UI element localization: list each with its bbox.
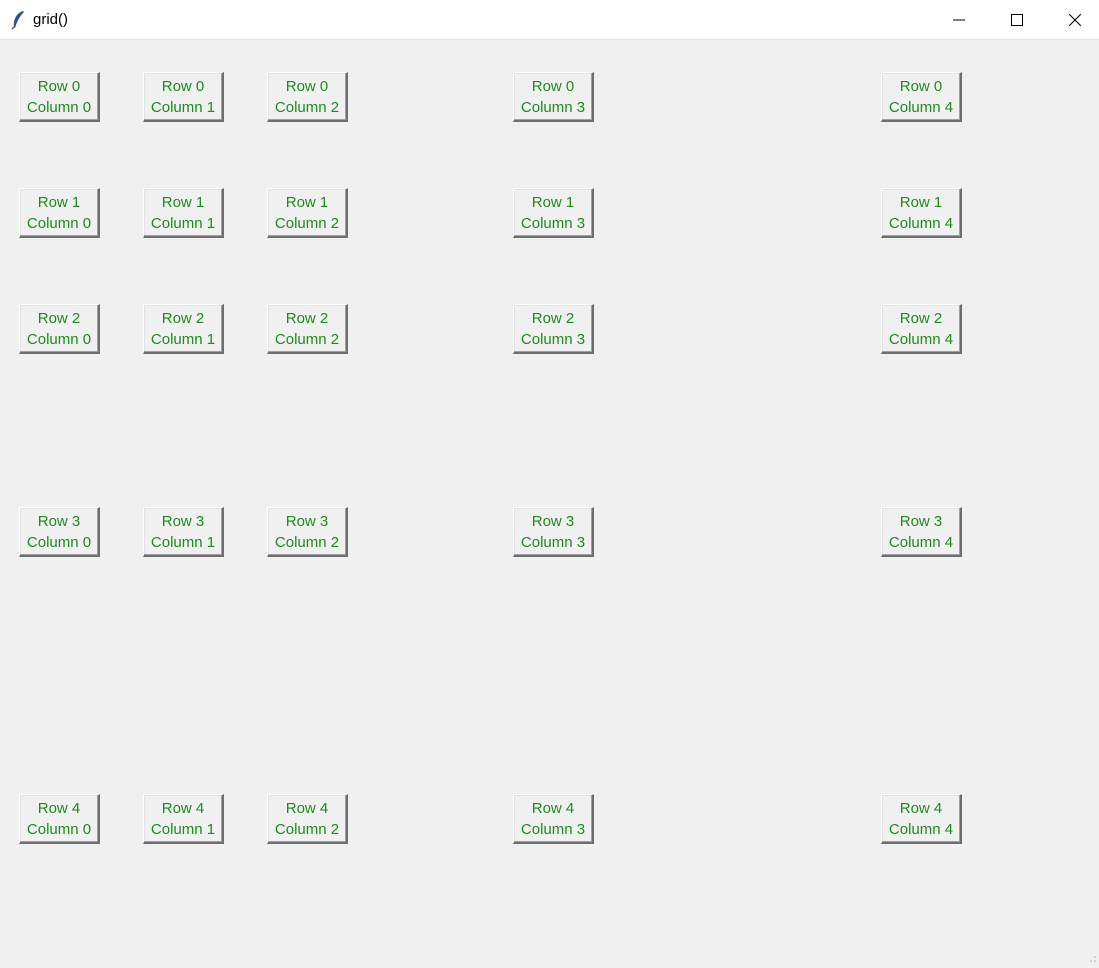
button-column-label: Column 4: [888, 214, 954, 232]
button-column-label: Column 2: [274, 214, 340, 232]
grid-button-r0-c3[interactable]: Row 0 Column 3: [513, 72, 594, 122]
grid-button-r0-c4[interactable]: Row 0 Column 4: [881, 72, 962, 122]
button-row-label: Row 1: [285, 193, 329, 211]
button-column-label: Column 3: [520, 214, 586, 232]
grid-button-r0-c0[interactable]: Row 0 Column 0: [19, 72, 100, 122]
button-row-label: Row 3: [285, 512, 329, 530]
button-row-label: Row 4: [899, 799, 943, 817]
close-button[interactable]: [1046, 0, 1099, 40]
button-row-label: Row 2: [531, 309, 575, 327]
resize-grip-icon[interactable]: [1087, 950, 1097, 962]
button-column-label: Column 2: [274, 533, 340, 551]
button-row-label: Row 3: [161, 512, 205, 530]
title-bar[interactable]: grid(): [0, 0, 1099, 40]
grid-button-r4-c4[interactable]: Row 4 Column 4: [881, 794, 962, 844]
button-column-label: Column 1: [150, 214, 216, 232]
grid-button-r2-c3[interactable]: Row 2 Column 3: [513, 304, 594, 354]
button-column-label: Column 2: [274, 98, 340, 116]
maximize-button[interactable]: [988, 0, 1046, 40]
button-column-label: Column 3: [520, 98, 586, 116]
button-row-label: Row 3: [531, 512, 575, 530]
button-row-label: Row 4: [531, 799, 575, 817]
grid-button-r1-c0[interactable]: Row 1 Column 0: [19, 188, 100, 238]
button-column-label: Column 3: [520, 533, 586, 551]
grid-button-r4-c2[interactable]: Row 4 Column 2: [267, 794, 348, 844]
button-column-label: Column 1: [150, 820, 216, 838]
grid-button-r4-c3[interactable]: Row 4 Column 3: [513, 794, 594, 844]
button-column-label: Column 0: [26, 533, 92, 551]
button-column-label: Column 0: [26, 214, 92, 232]
grid-button-r1-c2[interactable]: Row 1 Column 2: [267, 188, 348, 238]
button-row-label: Row 3: [899, 512, 943, 530]
button-column-label: Column 2: [274, 330, 340, 348]
button-column-label: Column 4: [888, 98, 954, 116]
button-column-label: Column 2: [274, 820, 340, 838]
button-row-label: Row 4: [37, 799, 81, 817]
grid-button-r0-c2[interactable]: Row 0 Column 2: [267, 72, 348, 122]
button-row-label: Row 0: [285, 77, 329, 95]
close-icon: [1069, 14, 1081, 26]
grid-button-r0-c1[interactable]: Row 0 Column 1: [143, 72, 224, 122]
grid-button-r4-c1[interactable]: Row 4 Column 1: [143, 794, 224, 844]
button-column-label: Column 3: [520, 820, 586, 838]
feather-icon: [10, 10, 26, 30]
button-row-label: Row 0: [161, 77, 205, 95]
button-column-label: Column 0: [26, 330, 92, 348]
button-column-label: Column 4: [888, 820, 954, 838]
button-row-label: Row 1: [37, 193, 81, 211]
maximize-icon: [1011, 14, 1023, 26]
button-column-label: Column 1: [150, 330, 216, 348]
button-column-label: Column 4: [888, 533, 954, 551]
button-row-label: Row 0: [899, 77, 943, 95]
grid-button-r1-c3[interactable]: Row 1 Column 3: [513, 188, 594, 238]
grid-button-r2-c0[interactable]: Row 2 Column 0: [19, 304, 100, 354]
button-row-label: Row 0: [531, 77, 575, 95]
grid-button-r2-c2[interactable]: Row 2 Column 2: [267, 304, 348, 354]
button-row-label: Row 3: [37, 512, 81, 530]
grid-button-r1-c4[interactable]: Row 1 Column 4: [881, 188, 962, 238]
button-row-label: Row 4: [285, 799, 329, 817]
grid-button-r4-c0[interactable]: Row 4 Column 0: [19, 794, 100, 844]
button-column-label: Column 0: [26, 98, 92, 116]
button-row-label: Row 2: [37, 309, 81, 327]
button-row-label: Row 1: [899, 193, 943, 211]
grid-button-r3-c1[interactable]: Row 3 Column 1: [143, 507, 224, 557]
button-column-label: Column 0: [26, 820, 92, 838]
grid-button-r2-c4[interactable]: Row 2 Column 4: [881, 304, 962, 354]
grid-button-r1-c1[interactable]: Row 1 Column 1: [143, 188, 224, 238]
window-title: grid(): [33, 11, 69, 28]
button-row-label: Row 2: [161, 309, 205, 327]
button-column-label: Column 1: [150, 98, 216, 116]
button-column-label: Column 4: [888, 330, 954, 348]
button-row-label: Row 2: [285, 309, 329, 327]
grid-button-r3-c0[interactable]: Row 3 Column 0: [19, 507, 100, 557]
minimize-icon: [953, 19, 965, 21]
grid-button-r3-c4[interactable]: Row 3 Column 4: [881, 507, 962, 557]
grid-button-r3-c2[interactable]: Row 3 Column 2: [267, 507, 348, 557]
button-row-label: Row 2: [899, 309, 943, 327]
button-row-label: Row 1: [531, 193, 575, 211]
button-row-label: Row 1: [161, 193, 205, 211]
minimize-button[interactable]: [930, 0, 988, 40]
grid-button-r3-c3[interactable]: Row 3 Column 3: [513, 507, 594, 557]
button-column-label: Column 3: [520, 330, 586, 348]
button-row-label: Row 4: [161, 799, 205, 817]
grid-button-r2-c1[interactable]: Row 2 Column 1: [143, 304, 224, 354]
button-column-label: Column 1: [150, 533, 216, 551]
button-row-label: Row 0: [37, 77, 81, 95]
grid-container: Row 0 Column 0 Row 0 Column 1 Row 0 Column …: [0, 40, 1099, 962]
